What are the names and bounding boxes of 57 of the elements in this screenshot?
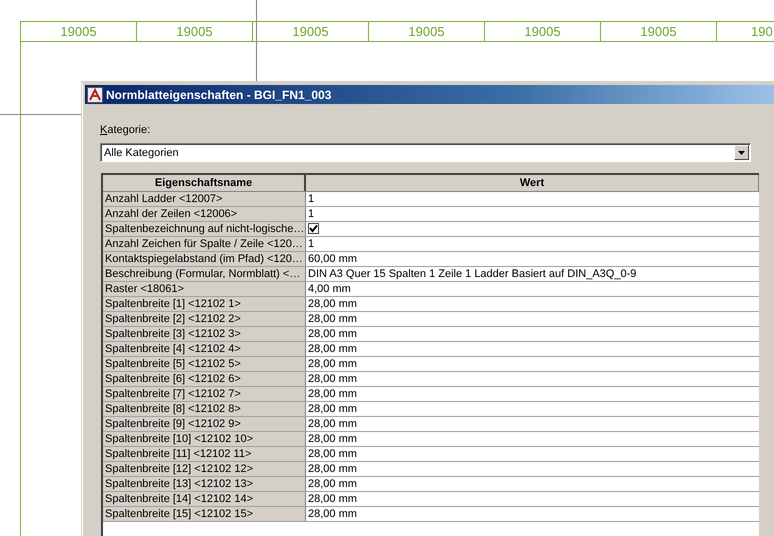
category-label: Kategorie:: [100, 124, 152, 137]
property-name[interactable]: Spaltenbreite [1] <12102 1>: [103, 297, 306, 311]
property-name[interactable]: Spaltenbezeichnung auf nicht-logische…: [103, 222, 306, 236]
property-name[interactable]: Anzahl Ladder <12007>: [103, 192, 306, 206]
property-value[interactable]: 28,00 mm: [306, 492, 759, 506]
column-label: 190: [716, 22, 774, 41]
property-name[interactable]: Anzahl der Zeilen <12006>: [103, 207, 306, 221]
property-name[interactable]: Spaltenbreite [6] <12102 6>: [103, 372, 306, 386]
property-name[interactable]: Spaltenbreite [14] <12102 14>: [103, 492, 306, 506]
app-icon: [87, 86, 103, 102]
property-value[interactable]: 1: [306, 192, 759, 206]
property-name[interactable]: Spaltenbreite [11] <12102 11>: [103, 447, 306, 461]
property-name[interactable]: Spaltenbreite [10] <12102 10>: [103, 432, 306, 446]
property-name[interactable]: Spaltenbreite [4] <12102 4>: [103, 342, 306, 356]
checkbox[interactable]: [308, 223, 319, 234]
property-value[interactable]: 28,00 mm: [306, 447, 759, 461]
property-name[interactable]: Spaltenbreite [5] <12102 5>: [103, 357, 306, 371]
property-name[interactable]: Spaltenbreite [9] <12102 9>: [103, 417, 306, 431]
property-value[interactable]: 28,00 mm: [306, 462, 759, 476]
property-value[interactable]: 28,00 mm: [306, 312, 759, 326]
column-header[interactable]: Eigenschaftsname: [103, 175, 306, 191]
property-name[interactable]: Spaltenbreite [3] <12102 3>: [103, 327, 306, 341]
property-value[interactable]: 28,00 mm: [306, 432, 759, 446]
window-title: Normblatteigenschaften - BGI_FN1_003: [106, 88, 332, 102]
property-value[interactable]: 28,00 mm: [306, 402, 759, 416]
property-value[interactable]: 28,00 mm: [306, 477, 759, 491]
property-value[interactable]: 28,00 mm: [306, 357, 759, 371]
column-header[interactable]: Wert: [306, 175, 759, 191]
property-value[interactable]: 28,00 mm: [306, 372, 759, 386]
property-name[interactable]: Spaltenbreite [12] <12102 12>: [103, 462, 306, 476]
property-value[interactable]: 1: [306, 237, 759, 251]
column-label: 19005: [20, 22, 136, 41]
property-value[interactable]: 28,00 mm: [306, 387, 759, 401]
property-name[interactable]: Spaltenbreite [15] <12102 15>: [103, 507, 306, 521]
column-label: 19005: [484, 22, 600, 41]
property-value[interactable]: 60,00 mm: [306, 252, 759, 266]
property-name[interactable]: Raster <18061>: [103, 282, 306, 296]
column-label: 19005: [600, 22, 716, 41]
property-value[interactable]: DIN A3 Quer 15 Spalten 1 Zeile 1 Ladder Basiert auf DIN_A3Q_0-9: [306, 267, 759, 281]
property-value[interactable]: 28,00 mm: [306, 297, 759, 311]
property-name[interactable]: Kontaktspiegelabstand (im Pfad) <120…: [103, 252, 306, 266]
property-name[interactable]: Anzahl Zeichen für Spalte / Zeile <120…: [103, 237, 306, 251]
property-name[interactable]: Beschreibung (Formular, Normblatt) <…: [103, 267, 306, 281]
column-label: 19005: [252, 22, 368, 41]
column-label: 19005: [136, 22, 252, 41]
property-value[interactable]: 28,00 mm: [306, 327, 759, 341]
property-value[interactable]: 28,00 mm: [306, 342, 759, 356]
category-dropdown[interactable]: Alle Kategorien: [100, 143, 751, 162]
column-label: 19005: [368, 22, 484, 41]
property-name[interactable]: Spaltenbreite [8] <12102 8>: [103, 402, 306, 416]
property-name[interactable]: Spaltenbreite [7] <12102 7>: [103, 387, 306, 401]
property-value[interactable]: 28,00 mm: [306, 507, 759, 521]
property-value[interactable]: 4,00 mm: [306, 282, 759, 296]
property-value[interactable]: 28,00 mm: [306, 417, 759, 431]
property-value[interactable]: 1: [306, 207, 759, 221]
property-name[interactable]: Spaltenbreite [2] <12102 2>: [103, 312, 306, 326]
property-name[interactable]: Spaltenbreite [13] <12102 13>: [103, 477, 306, 491]
